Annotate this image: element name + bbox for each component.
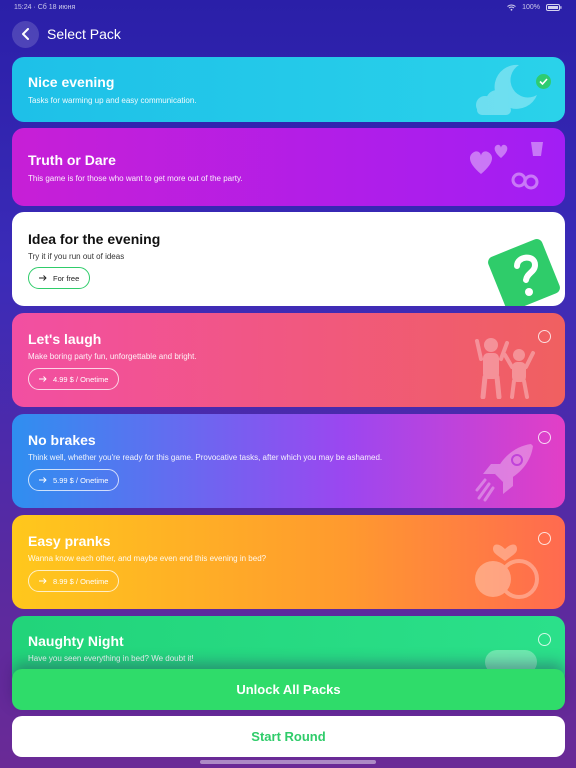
price-label: For free xyxy=(53,273,80,283)
pack-title: No brakes xyxy=(28,432,96,448)
pack-title: Let's laugh xyxy=(28,331,102,347)
selected-check-icon xyxy=(536,74,551,89)
select-radio[interactable] xyxy=(538,330,551,343)
back-button[interactable] xyxy=(12,20,39,48)
pack-title: Nice evening xyxy=(28,74,115,90)
pack-title: Truth or Dare xyxy=(28,152,116,168)
pack-description: Make boring party fun, unforgettable and… xyxy=(28,352,197,361)
party-people-icon xyxy=(475,338,535,399)
start-round-button[interactable]: Start Round xyxy=(12,716,565,757)
purchase-price-button[interactable]: 8.99 $ / Onetime xyxy=(28,570,120,592)
pack-description: This game is for those who want to get m… xyxy=(28,174,243,183)
pack-description: Think well, whether you're ready for thi… xyxy=(28,453,383,462)
arrow-right-icon xyxy=(39,376,47,382)
moon-clouds-icon xyxy=(476,64,537,115)
select-radio[interactable] xyxy=(538,431,551,444)
couple-puzzle-icon xyxy=(475,544,539,599)
pack-card-idea-for-the-evening[interactable]: Idea for the evening Try it if you run o… xyxy=(12,212,565,306)
pack-card-no-brakes[interactable]: No brakes Think well, whether you're rea… xyxy=(12,414,565,508)
battery-percent: 100% xyxy=(522,3,540,11)
chevron-left-icon xyxy=(21,28,29,40)
price-label: 5.99 $ / Onetime xyxy=(53,475,109,485)
wifi-icon xyxy=(507,4,516,11)
header: Select Pack xyxy=(12,20,121,48)
purchase-price-button[interactable]: 4.99 $ / Onetime xyxy=(28,368,120,390)
arrow-right-icon xyxy=(39,275,47,281)
pack-card-truth-or-dare[interactable]: Truth or Dare This game is for those who… xyxy=(12,128,565,206)
pack-card-nice-evening[interactable]: Nice evening Tasks for warming up and ea… xyxy=(12,57,565,122)
price-label: 8.99 $ / Onetime xyxy=(53,576,109,586)
rocket-icon xyxy=(475,444,533,502)
arrow-right-icon xyxy=(39,477,47,483)
unlock-all-packs-button[interactable]: Unlock All Packs xyxy=(12,669,565,710)
pack-title: Naughty Night xyxy=(28,633,124,649)
battery-icon xyxy=(546,3,562,11)
status-bar: 15:24 · Сб 18 июня 100% xyxy=(0,0,576,14)
purchase-price-button[interactable]: 5.99 $ / Onetime xyxy=(28,469,120,491)
free-price-button[interactable]: For free xyxy=(28,267,91,289)
pack-card-lets-laugh[interactable]: Let's laugh Make boring party fun, unfor… xyxy=(12,313,565,407)
status-time: 15:24 · Сб 18 июня xyxy=(14,3,76,11)
hearts-cup-handcuffs-icon xyxy=(469,142,543,190)
pack-description: Tasks for warming up and easy communicat… xyxy=(28,96,197,105)
question-card-icon xyxy=(488,239,560,306)
pack-card-easy-pranks[interactable]: Easy pranks Wanna know each other, and m… xyxy=(12,515,565,609)
home-indicator xyxy=(200,760,376,764)
pack-description: Wanna know each other, and maybe even en… xyxy=(28,554,267,563)
pack-title: Easy pranks xyxy=(28,533,111,549)
page-title: Select Pack xyxy=(47,26,121,42)
price-label: 4.99 $ / Onetime xyxy=(53,374,109,384)
pack-title: Idea for the evening xyxy=(28,231,161,247)
pack-description: Have you seen everything in bed? We doub… xyxy=(28,654,194,663)
pack-description: Try it if you run out of ideas xyxy=(28,252,125,261)
arrow-right-icon xyxy=(39,578,47,584)
